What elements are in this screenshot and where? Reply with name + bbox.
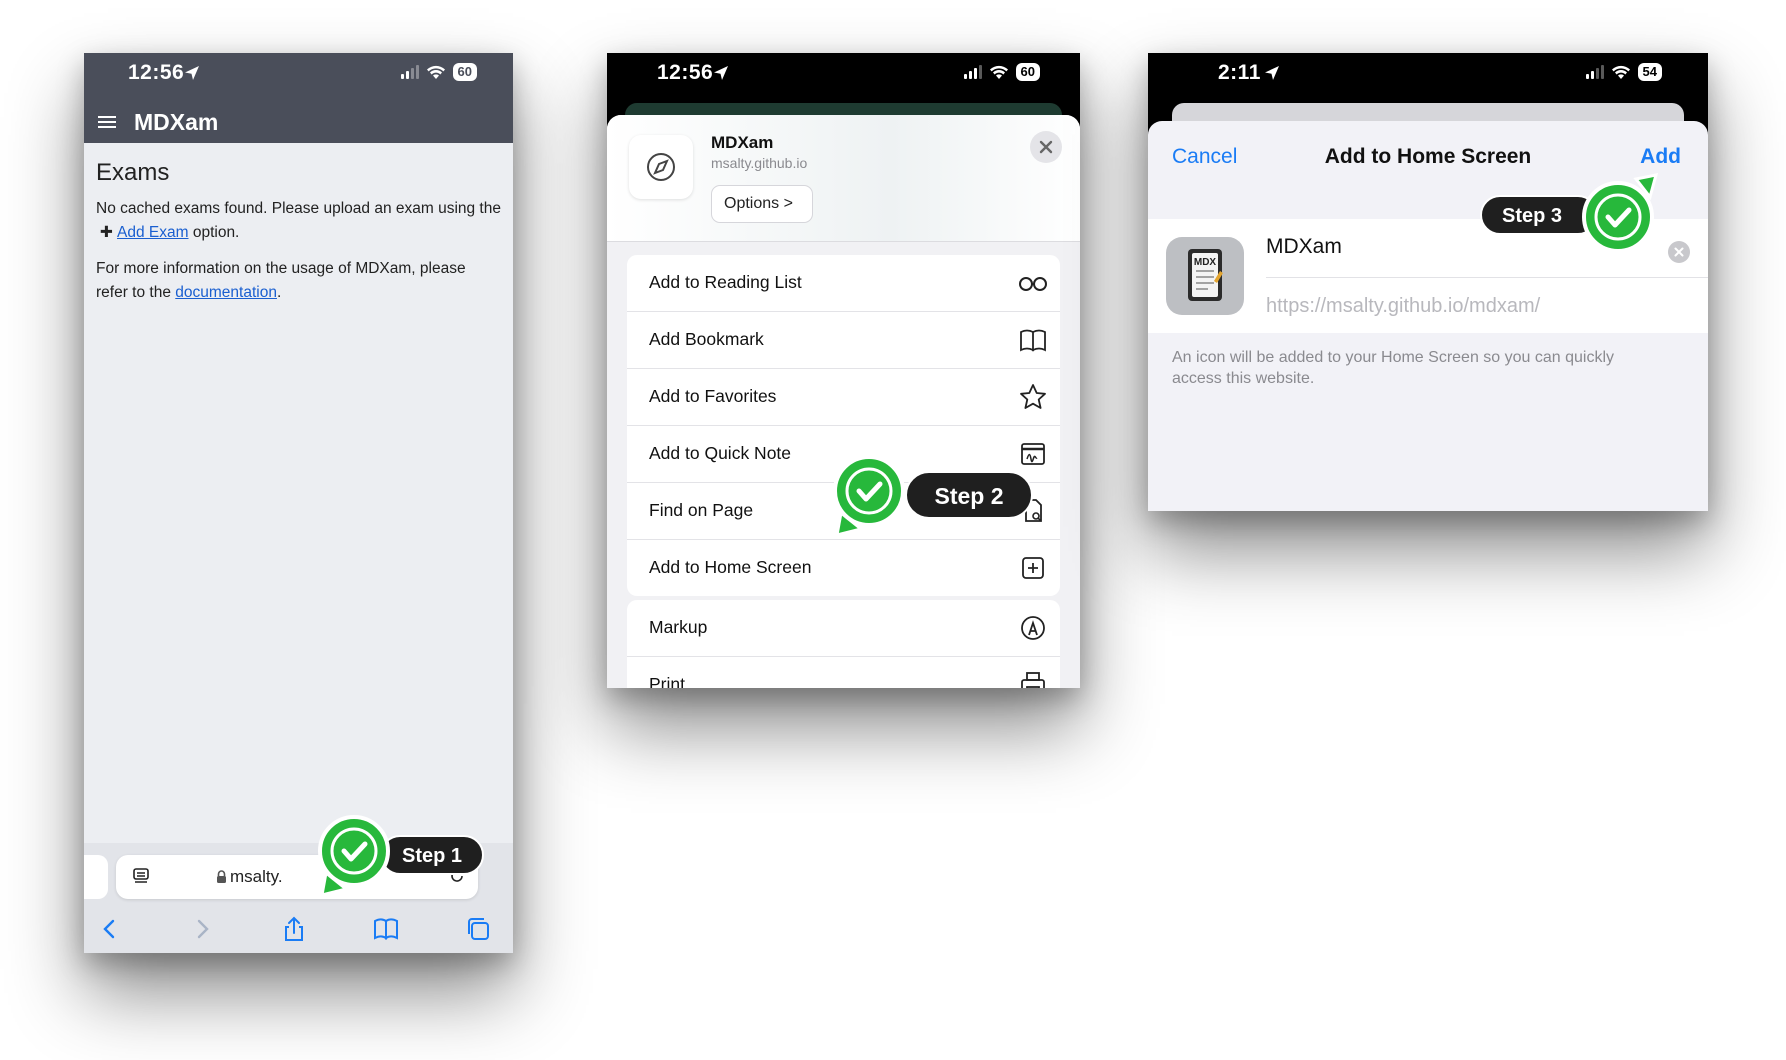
- app-title: MDXam: [134, 109, 219, 135]
- markup[interactable]: Markup: [627, 600, 1060, 657]
- step-label: Step 2: [905, 471, 1033, 519]
- print-icon: [1021, 672, 1045, 688]
- add-to-home-screen[interactable]: Add to Home Screen: [627, 540, 1060, 596]
- page-title: Exams: [96, 159, 170, 186]
- add-square-icon: [1022, 557, 1044, 579]
- glasses-icon: [1019, 277, 1047, 291]
- share-sheet: MDXam msalty.github.io Options > Add to …: [607, 115, 1080, 688]
- signal-icon: [400, 65, 419, 79]
- add-bookmark[interactable]: Add Bookmark: [627, 312, 1060, 369]
- underlying-sheet: [1172, 103, 1684, 123]
- menu-icon[interactable]: [98, 113, 116, 131]
- add-to-reading-list[interactable]: Add to Reading List: [627, 255, 1060, 312]
- wifi-icon: [426, 65, 445, 79]
- share-header: MDXam msalty.github.io Options >: [607, 115, 1080, 242]
- location-arrow-icon: [185, 66, 199, 80]
- app-url: https://msalty.github.io/mdxam/: [1266, 295, 1541, 317]
- status-bar: 2:11 54: [1148, 53, 1708, 103]
- item-label: Markup: [649, 617, 708, 637]
- nav-bar: [84, 911, 513, 947]
- site-title: MDXam: [711, 133, 774, 152]
- app-header: MDXam: [84, 103, 513, 143]
- actions-group-primary: Add to Reading List Add Bookmark Add to …: [627, 255, 1060, 596]
- step-1-badge: Step 1: [312, 813, 488, 897]
- step-2-badge: Step 2: [827, 453, 1037, 537]
- location-arrow-icon: [1265, 66, 1279, 80]
- message-text: option.: [192, 224, 240, 241]
- share-icon[interactable]: [280, 915, 308, 943]
- back-icon[interactable]: [96, 915, 124, 943]
- battery-icon: 60: [1015, 63, 1040, 81]
- step-3-badge: Step 3: [1480, 173, 1670, 257]
- item-label: Add to Reading List: [649, 272, 802, 292]
- status-icons: 54: [1585, 63, 1662, 81]
- signal-icon: [1585, 65, 1604, 79]
- status-bar: 12:56 60: [607, 53, 1080, 103]
- star-icon: [1020, 384, 1046, 409]
- battery-icon: 60: [452, 63, 477, 81]
- reader-icon[interactable]: [132, 867, 150, 885]
- svg-text:MDX: MDX: [1194, 257, 1217, 268]
- item-label: Print: [649, 674, 685, 688]
- clear-icon[interactable]: [1668, 241, 1690, 263]
- cancel-button[interactable]: Cancel: [1172, 145, 1237, 169]
- status-time: 12:56: [128, 61, 185, 84]
- add-exam-link[interactable]: Add Exam: [117, 224, 189, 241]
- url-text: msalty.: [230, 867, 283, 886]
- status-icons: 60: [400, 63, 477, 81]
- status-time: 2:11: [1218, 61, 1261, 84]
- lock-icon: [217, 870, 226, 883]
- book-icon: [1020, 329, 1046, 352]
- forward-icon[interactable]: [188, 915, 216, 943]
- info-message: For more information on the usage of MDX…: [96, 257, 501, 305]
- app-icon: MDX: [1166, 237, 1244, 315]
- site-url: msalty.github.io: [711, 155, 808, 171]
- name-field[interactable]: MDXam: [1266, 235, 1342, 259]
- status-icons: 60: [963, 63, 1040, 81]
- divider: [1266, 277, 1708, 278]
- bookmarks-icon[interactable]: [372, 915, 400, 943]
- hint-text: An icon will be added to your Home Scree…: [1172, 349, 1615, 387]
- wifi-icon: [1611, 65, 1630, 79]
- panel-mdxam-page: 12:56 60 MDXam Exams No cached exams fou…: [84, 53, 513, 953]
- location-arrow-icon: [714, 66, 728, 80]
- previous-tab[interactable]: [84, 855, 108, 899]
- page-content: Exams No cached exams found. Please uplo…: [96, 157, 501, 317]
- item-label: Add Bookmark: [649, 329, 764, 349]
- message-text: .: [276, 284, 282, 301]
- tabs-icon[interactable]: [464, 915, 492, 943]
- panel-add-to-home: 2:11 54 Add to Home Screen Cancel Add MD…: [1148, 53, 1708, 511]
- compass-icon: [629, 135, 693, 199]
- actions-group-secondary: Markup Print: [627, 600, 1060, 688]
- battery-icon: 54: [1637, 63, 1662, 81]
- close-icon[interactable]: [1030, 131, 1062, 163]
- wifi-icon: [989, 65, 1008, 79]
- item-label: Find on Page: [649, 500, 754, 520]
- plus-icon: ✚: [100, 224, 113, 241]
- options-button[interactable]: Options >: [711, 185, 813, 223]
- checkmark-icon: [318, 815, 390, 897]
- signal-icon: [963, 65, 982, 79]
- status-time: 12:56: [657, 61, 714, 84]
- no-exams-message: No cached exams found. Please upload an …: [96, 197, 501, 245]
- item-label: Add to Home Screen: [649, 557, 812, 577]
- checkmark-icon: [833, 455, 905, 537]
- status-bar: 12:56 60: [84, 53, 513, 103]
- item-label: Add to Quick Note: [649, 443, 792, 463]
- markup-icon: [1021, 616, 1045, 640]
- checkmark-icon: [1582, 173, 1659, 253]
- add-to-favorites[interactable]: Add to Favorites: [627, 369, 1060, 426]
- add-button[interactable]: Add: [1640, 145, 1681, 169]
- print[interactable]: Print: [627, 657, 1060, 688]
- message-text: No cached exams found. Please upload an …: [96, 200, 501, 217]
- panel-share-sheet: 12:56 60 MDXam msalty.github.io Options …: [607, 53, 1080, 688]
- item-label: Add to Favorites: [649, 386, 777, 406]
- documentation-link[interactable]: documentation: [175, 284, 277, 301]
- notebook-icon: MDX: [1188, 249, 1223, 301]
